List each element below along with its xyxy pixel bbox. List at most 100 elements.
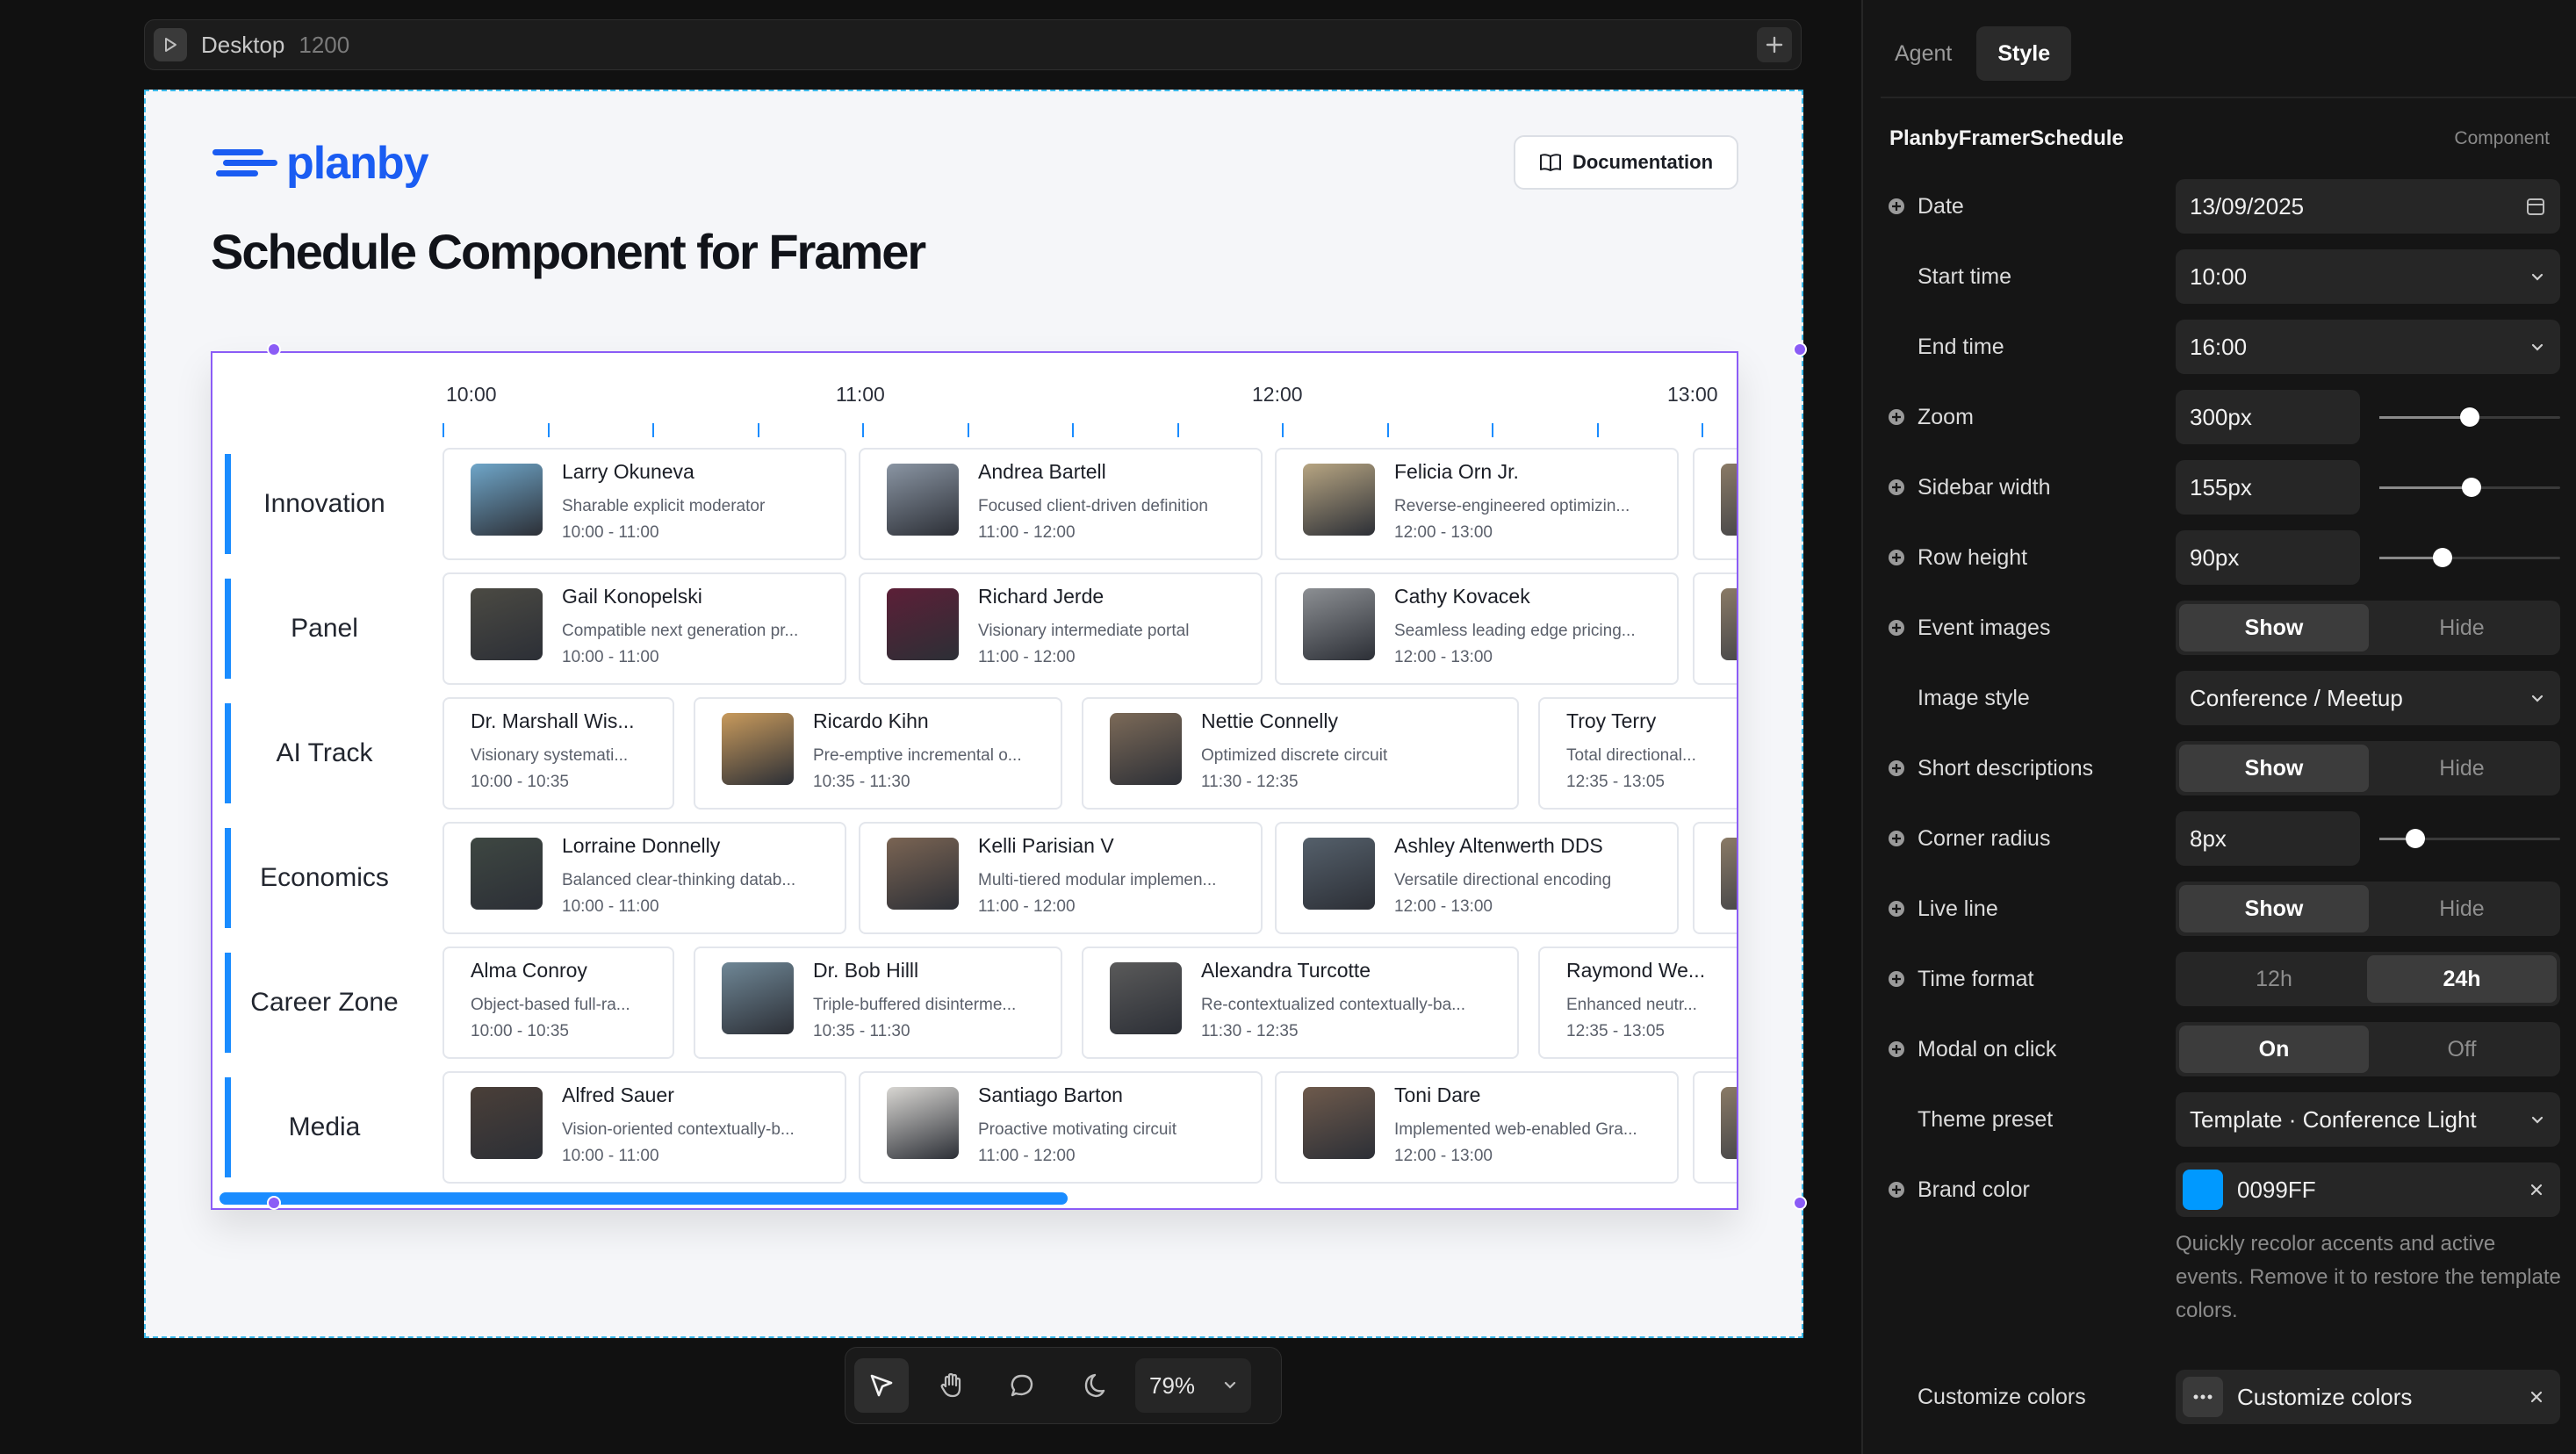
channel-label[interactable]: Media [225,1077,418,1177]
play-icon [165,38,176,52]
plus-circle-icon[interactable] [1888,900,1905,918]
resize-handle-top-right[interactable] [1793,342,1807,356]
event-card-clipped[interactable] [1693,572,1737,685]
modal-on[interactable]: On [2179,1026,2369,1073]
time-format-12h[interactable]: 12h [2179,955,2369,1003]
live-line-show[interactable]: Show [2179,885,2369,932]
event-card[interactable]: Alexandra Turcotte Re-contextualized cont… [1082,947,1519,1059]
brand-color-swatch[interactable] [2183,1170,2223,1210]
sidebar-width-input[interactable]: 155px [2176,460,2360,515]
end-time-select[interactable]: 16:00 [2176,320,2560,374]
event-card[interactable]: Alma Conroy Object-based full-ra... 10:00 … [443,947,674,1059]
calendar-icon[interactable] [2525,196,2546,217]
brand-color-input[interactable]: 0099FF [2176,1162,2560,1217]
horizontal-scrollbar[interactable] [219,1192,1068,1205]
live-line-hide[interactable]: Hide [2367,885,2557,932]
slider-knob[interactable] [2462,478,2482,497]
more-icon[interactable] [2183,1377,2223,1417]
image-style-select[interactable]: Conference / Meetup [2176,671,2560,725]
event-card[interactable]: Toni Dare Implemented web-enabled Gra... 1… [1275,1071,1679,1184]
plus-circle-icon[interactable] [1888,479,1905,496]
event-card[interactable]: Dr. Marshall Wis... Visionary systemati..… [443,697,674,810]
event-card[interactable]: Cathy Kovacek Seamless leading edge prici… [1275,572,1679,685]
event-card[interactable]: Raymond We... Enhanced neutr... 12:35 - 13… [1538,947,1737,1059]
close-icon[interactable] [2527,1179,2546,1200]
row-height-slider[interactable] [2379,548,2560,567]
channel-label[interactable]: Career Zone [225,953,418,1053]
plus-circle-icon[interactable] [1888,619,1905,637]
preview-button[interactable] [154,28,187,61]
event-card[interactable]: Larry Okuneva Sharable explicit moderator… [443,448,846,560]
plus-circle-icon[interactable] [1888,759,1905,777]
event-card-clipped[interactable] [1693,1071,1737,1184]
event-card[interactable]: Nettie Connelly Optimized discrete circui… [1082,697,1519,810]
slider-knob[interactable] [2433,548,2453,567]
channel-label[interactable]: Panel [225,579,418,679]
event-card[interactable]: Troy Terry Total directional... 12:35 - 13… [1538,697,1737,810]
channel-label[interactable]: AI Track [225,703,418,803]
event-card[interactable]: Andrea Bartell Focused client-driven defi… [859,448,1263,560]
customize-colors-input[interactable]: Customize colors [2176,1370,2560,1424]
event-card[interactable]: Ashley Altenwerth DDS Versatile direction… [1275,822,1679,934]
plus-circle-icon[interactable] [1888,408,1905,426]
short-descriptions-hide[interactable]: Hide [2367,745,2557,792]
zoom-slider[interactable] [2379,407,2560,427]
plus-circle-icon[interactable] [1888,970,1905,988]
channel-label[interactable]: Economics [225,828,418,928]
channel-label[interactable]: Innovation [225,454,418,554]
hand-tool[interactable] [925,1358,979,1413]
tab-style[interactable]: Style [1976,26,2072,81]
event-card[interactable]: Felicia Orn Jr. Reverse-engineered optimi… [1275,448,1679,560]
event-images-hide[interactable]: Hide [2367,604,2557,651]
start-time-select[interactable]: 10:00 [2176,249,2560,304]
tab-agent[interactable]: Agent [1874,26,1973,81]
slider-knob[interactable] [2406,829,2426,848]
theme-preset-select[interactable]: Template · Conference Light [2176,1092,2560,1147]
event-card-clipped[interactable] [1693,822,1737,934]
schedule-component[interactable]: 10:00 11:00 12:00 13:00 Innovation Larry Oku… [211,351,1738,1210]
resize-handle-bottom-left[interactable] [267,1196,281,1210]
logo-mark-icon [212,149,277,176]
date-input[interactable]: 13/09/2025 [2176,179,2560,234]
event-card[interactable]: Lorraine Donnelly Balanced clear-thinking… [443,822,846,934]
event-card[interactable]: Kelli Parisian V Multi-tiered modular imp… [859,822,1263,934]
event-card[interactable]: Dr. Bob Hilll Triple-buffered disinterme.… [694,947,1062,1059]
time-format-24h[interactable]: 24h [2367,955,2557,1003]
plus-circle-icon[interactable] [1888,198,1905,215]
close-icon[interactable] [2527,1386,2546,1407]
modal-off[interactable]: Off [2367,1026,2557,1073]
event-card-clipped[interactable] [1693,448,1737,560]
event-title: Richard Jerde [978,585,1105,608]
event-card[interactable]: Richard Jerde Visionary intermediate port… [859,572,1263,685]
corner-radius-slider[interactable] [2379,829,2560,848]
desktop-frame[interactable]: planby Documentation Schedule Component … [144,90,1803,1338]
add-breakpoint-button[interactable] [1757,27,1792,62]
resize-handle-top-left[interactable] [267,342,281,356]
zoom-label: Zoom [1918,404,1974,429]
zoom-input[interactable]: 300px [2176,390,2360,444]
plus-circle-icon[interactable] [1888,549,1905,566]
event-card[interactable]: Alfred Sauer Vision-oriented contextually… [443,1071,846,1184]
event-card[interactable]: Ricardo Kihn Pre-emptive incremental o...… [694,697,1062,810]
zoom-select[interactable]: 79% [1135,1358,1251,1413]
plus-circle-icon[interactable] [1888,1181,1905,1198]
theme-toggle[interactable] [1065,1358,1119,1413]
short-descriptions-show[interactable]: Show [2179,745,2369,792]
end-time-value: 16:00 [2190,333,2248,360]
event-card[interactable]: Santiago Barton Proactive motivating circ… [859,1071,1263,1184]
comment-tool[interactable] [995,1358,1049,1413]
plus-circle-icon[interactable] [1888,830,1905,847]
comment-icon [1011,1374,1033,1397]
select-tool[interactable] [854,1358,909,1413]
plus-circle-icon[interactable] [1888,1040,1905,1058]
event-card[interactable]: Gail Konopelski Compatible next generatio… [443,572,846,685]
row-height-input[interactable]: 90px [2176,530,2360,585]
event-images-show[interactable]: Show [2179,604,2369,651]
time-label: 10:00 [446,383,497,406]
documentation-button[interactable]: Documentation [1514,135,1738,190]
slider-knob[interactable] [2460,407,2479,427]
corner-radius-input[interactable]: 8px [2176,811,2360,866]
sidebar-width-slider[interactable] [2379,478,2560,497]
resize-handle-bottom-right[interactable] [1793,1196,1807,1210]
event-description: Total directional... [1566,746,1696,765]
